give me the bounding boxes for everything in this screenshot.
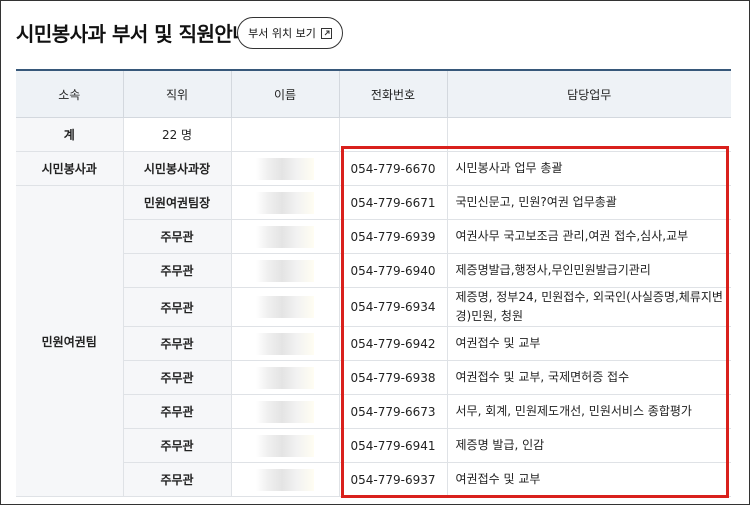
- total-row: 계 22 명: [16, 117, 731, 152]
- phone-cell: 054-779-6937: [339, 462, 448, 497]
- location-button-label: 부서 위치 보기: [248, 27, 316, 40]
- redacted-name: [256, 225, 314, 248]
- redacted-name: [256, 296, 314, 318]
- position-cell: 민원여권팀장: [123, 185, 232, 220]
- phone-cell: 054-779-6670: [339, 151, 448, 186]
- table-row: 시민봉사과 시민봉사과장 054-779-6670 시민봉사과 업무 총괄: [16, 151, 731, 186]
- name-cell-redacted: [231, 326, 340, 361]
- position-cell: 주무관: [123, 326, 232, 361]
- table-row: 주무관 054-779-6942 여권접수 및 교부: [16, 326, 731, 361]
- table-row: 주무관 054-779-6673 서무, 회계, 민원제도개선, 민원서비스 종…: [16, 394, 731, 429]
- phone-cell: 054-779-6938: [339, 360, 448, 395]
- total-count: 22 명: [123, 117, 232, 152]
- name-cell-redacted: [231, 253, 340, 288]
- position-cell: 시민봉사과장: [123, 151, 232, 186]
- phone-cell: 054-779-6940: [339, 253, 448, 288]
- redacted-name: [256, 434, 314, 457]
- redacted-name: [256, 468, 314, 491]
- duty-cell: 여권접수 및 교부, 국제면허증 접수: [447, 360, 731, 395]
- header-phone: 전화번호: [339, 70, 448, 118]
- position-cell: 주무관: [123, 462, 232, 497]
- department-cell: 민원여권팀: [16, 185, 124, 497]
- position-cell: 주무관: [123, 428, 232, 463]
- empty-cell: [447, 117, 731, 152]
- header-position: 직위: [123, 70, 232, 118]
- redacted-name: [256, 366, 314, 389]
- duty-cell: 여권접수 및 교부: [447, 326, 731, 361]
- duty-cell: 국민신문고, 민원?여권 업무총괄: [447, 185, 731, 220]
- name-cell-redacted: [231, 287, 340, 327]
- position-cell: 주무관: [123, 394, 232, 429]
- empty-cell: [339, 117, 448, 152]
- total-label: 계: [16, 117, 124, 152]
- table-row: 주무관 054-779-6938 여권접수 및 교부, 국제면허증 접수: [16, 360, 731, 395]
- name-cell-redacted: [231, 394, 340, 429]
- phone-cell: 054-779-6673: [339, 394, 448, 429]
- table-header-row: 소속 직위 이름 전화번호 담당업무: [16, 70, 731, 118]
- table-row: 주무관 054-779-6937 여권접수 및 교부: [16, 462, 731, 497]
- redacted-name: [256, 259, 314, 282]
- duty-cell: 시민봉사과 업무 총괄: [447, 151, 731, 186]
- external-link-icon: [320, 27, 332, 39]
- name-cell-redacted: [231, 151, 340, 186]
- header-affiliation: 소속: [16, 70, 124, 118]
- name-cell-redacted: [231, 185, 340, 220]
- page-title: 시민봉사과 부서 및 직원안내: [16, 22, 251, 46]
- name-cell-redacted: [231, 428, 340, 463]
- table-row: 주무관 054-779-6940 제증명발급,행정사,무인민원발급기관리: [16, 253, 731, 288]
- header-name: 이름: [231, 70, 340, 118]
- duty-cell: 여권접수 및 교부: [447, 462, 731, 497]
- duty-cell: 제증명발급,행정사,무인민원발급기관리: [447, 253, 731, 288]
- position-cell: 주무관: [123, 360, 232, 395]
- name-cell-redacted: [231, 462, 340, 497]
- name-cell-redacted: [231, 219, 340, 254]
- redacted-name: [256, 332, 314, 355]
- name-cell-redacted: [231, 360, 340, 395]
- table-row: 민원여권팀 민원여권팀장 054-779-6671 국민신문고, 민원?여권 업…: [16, 185, 731, 497]
- empty-cell: [231, 117, 340, 152]
- phone-cell: 054-779-6941: [339, 428, 448, 463]
- redacted-name: [256, 191, 314, 214]
- duty-cell: 제증명 발급, 인감: [447, 428, 731, 463]
- screenshot-frame: 시민봉사과 부서 및 직원안내 부서 위치 보기 소속 직위 이름 전화번호 담…: [0, 0, 750, 505]
- table-row: 주무관 054-779-6939 여권사무 국고보조금 관리,여권 접수,심사,…: [16, 219, 731, 254]
- redacted-name: [256, 157, 314, 180]
- duty-cell: 서무, 회계, 민원제도개선, 민원서비스 종합평가: [447, 394, 731, 429]
- position-cell: 주무관: [123, 219, 232, 254]
- table-row: 주무관 054-779-6934 제증명, 정부24, 민원접수, 외국인(사실…: [16, 287, 731, 327]
- header-duty: 담당업무: [447, 70, 731, 118]
- position-cell: 주무관: [123, 287, 232, 327]
- duty-cell: 여권사무 국고보조금 관리,여권 접수,심사,교부: [447, 219, 731, 254]
- department-location-button[interactable]: 부서 위치 보기: [237, 17, 343, 49]
- duty-cell: 제증명, 정부24, 민원접수, 외국인(사실증명,체류지변경)민원, 청원: [447, 287, 731, 327]
- table-row: 주무관 054-779-6941 제증명 발급, 인감: [16, 428, 731, 463]
- phone-cell: 054-779-6939: [339, 219, 448, 254]
- redacted-name: [256, 400, 314, 423]
- position-cell: 주무관: [123, 253, 232, 288]
- staff-table: 소속 직위 이름 전화번호 담당업무 계 22 명 시민봉사과 시민봉사과장 0…: [16, 69, 731, 497]
- phone-cell: 054-779-6934: [339, 287, 448, 327]
- phone-cell: 054-779-6942: [339, 326, 448, 361]
- phone-cell: 054-779-6671: [339, 185, 448, 220]
- department-cell: 시민봉사과: [16, 151, 124, 186]
